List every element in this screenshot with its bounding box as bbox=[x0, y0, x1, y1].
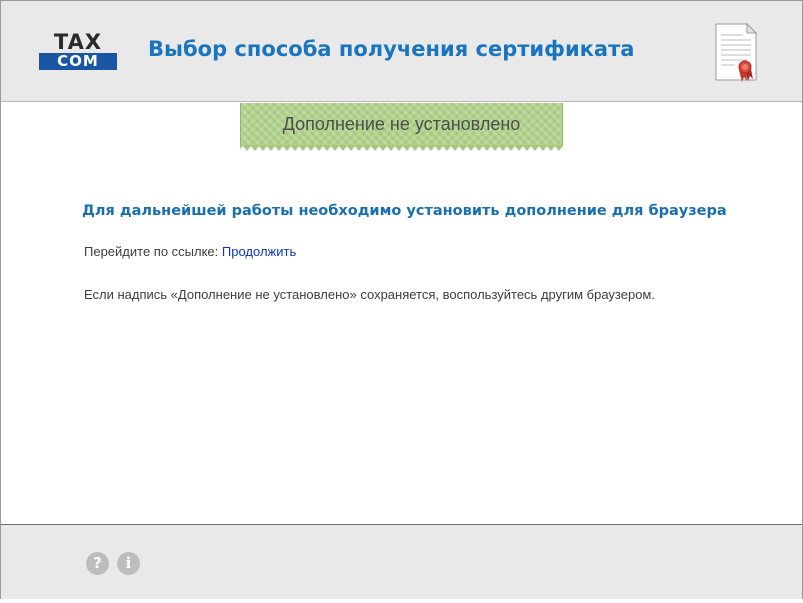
instruction-line: Перейдите по ссылке: Продолжить bbox=[84, 244, 296, 259]
header: TAX COM Выбор способа получения сертифик… bbox=[1, 1, 802, 102]
help-icon[interactable]: ? bbox=[86, 552, 109, 575]
logo-bottom-text: COM bbox=[39, 53, 117, 70]
continue-link[interactable]: Продолжить bbox=[222, 244, 296, 259]
certificate-dialog: TAX COM Выбор способа получения сертифик… bbox=[0, 0, 803, 599]
logo-top-text: TAX bbox=[53, 30, 103, 54]
instruction-prefix: Перейдите по ссылке: bbox=[84, 244, 219, 259]
certificate-document-icon bbox=[711, 21, 761, 85]
page-title: Выбор способа получения сертификата bbox=[148, 37, 635, 61]
install-addon-heading: Для дальнейшей работы необходимо установ… bbox=[82, 203, 727, 219]
other-browser-note: Если надпись «Дополнение не установлено»… bbox=[84, 287, 655, 302]
status-badge-zigzag-edge bbox=[240, 145, 563, 151]
info-icon[interactable]: i bbox=[117, 552, 140, 575]
addon-status-badge: Дополнение не установлено bbox=[240, 103, 563, 145]
footer: ? i bbox=[1, 524, 802, 599]
taxcom-logo: TAX COM bbox=[39, 30, 117, 71]
